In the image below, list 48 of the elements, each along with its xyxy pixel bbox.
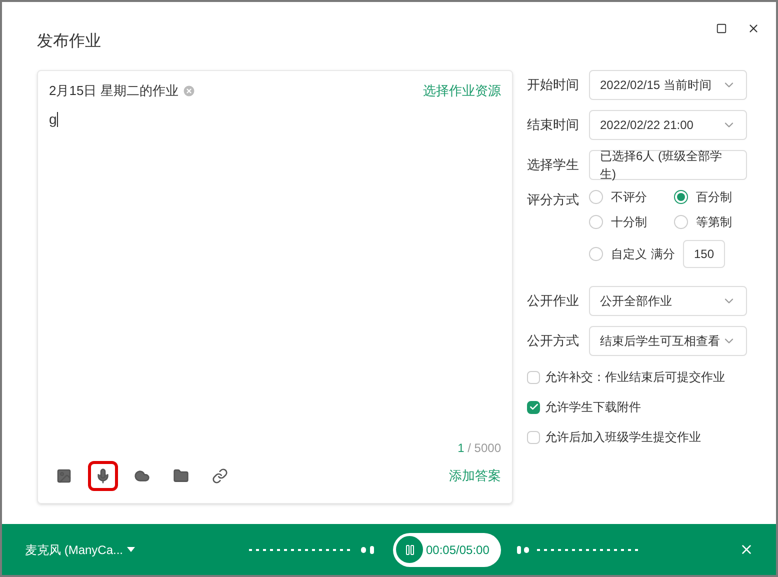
field-label: 结束时间 (527, 116, 580, 134)
microphone-select[interactable]: 麦克风 (ManyCa... (25, 540, 195, 558)
character-counter: 1 / 5000 (458, 440, 501, 457)
microphone-icon (95, 468, 111, 484)
link-icon (212, 468, 228, 484)
assignment-title: 2月15日 星期二的作业 (49, 82, 178, 100)
radio-button[interactable] (589, 190, 603, 204)
toolbar-button[interactable] (88, 461, 118, 491)
checkbox[interactable] (527, 430, 540, 444)
full-score-field[interactable]: 150 (683, 240, 725, 268)
radio-label[interactable]: 等第制 (696, 213, 732, 231)
close-icon[interactable] (747, 22, 760, 35)
radio-label[interactable]: 百分制 (696, 188, 732, 206)
radio-button[interactable] (674, 190, 688, 204)
start-time-select[interactable]: 2022/02/15 当前时间 (589, 70, 747, 100)
students-field[interactable]: 已选择6人 (班级全部学生) (589, 150, 747, 180)
cloud-icon (134, 468, 150, 484)
checkbox-label[interactable]: 允许补交：作业结束后可提交作业 (545, 368, 725, 386)
field-label: 公开方式 (527, 332, 580, 350)
recording-time: 00:05/05:00 (426, 542, 490, 558)
pause-icon (404, 544, 416, 556)
maximize-icon[interactable] (716, 23, 727, 34)
field-label: 选择学生 (527, 156, 580, 174)
select-resource-link[interactable]: 选择作业资源 (423, 81, 501, 100)
field-label: 开始时间 (527, 76, 580, 94)
radio-label[interactable]: 自定义 (611, 245, 647, 263)
add-answer-link[interactable]: 添加答案 (449, 466, 501, 486)
end-time-select[interactable]: 2022/02/22 21:00 (589, 110, 747, 140)
pause-button[interactable] (396, 536, 423, 563)
checkbox[interactable] (527, 400, 540, 414)
radio-button[interactable] (589, 215, 603, 229)
publish-mode-select[interactable]: 结束后学生可互相查看 (589, 326, 747, 356)
publish-select[interactable]: 公开全部作业 (589, 286, 747, 316)
checkbox-label[interactable]: 允许后加入班级学生提交作业 (545, 428, 701, 446)
radio-label[interactable]: 不评分 (611, 188, 647, 206)
field-label: 公开作业 (527, 292, 580, 310)
caret-down-icon (127, 547, 136, 552)
window-title: 发布作业 (37, 32, 101, 52)
checkbox[interactable] (527, 370, 540, 384)
radio-button[interactable] (589, 247, 603, 261)
full-score-label: 满分 (651, 246, 675, 263)
image-icon (56, 468, 72, 484)
radio-button[interactable] (674, 215, 688, 229)
folder-icon (173, 468, 189, 484)
field-label: 评分方式 (527, 191, 580, 209)
radio-label[interactable]: 十分制 (611, 213, 647, 231)
checkbox-label[interactable]: 允许学生下载附件 (545, 398, 641, 416)
editor-text[interactable]: g (49, 108, 57, 130)
